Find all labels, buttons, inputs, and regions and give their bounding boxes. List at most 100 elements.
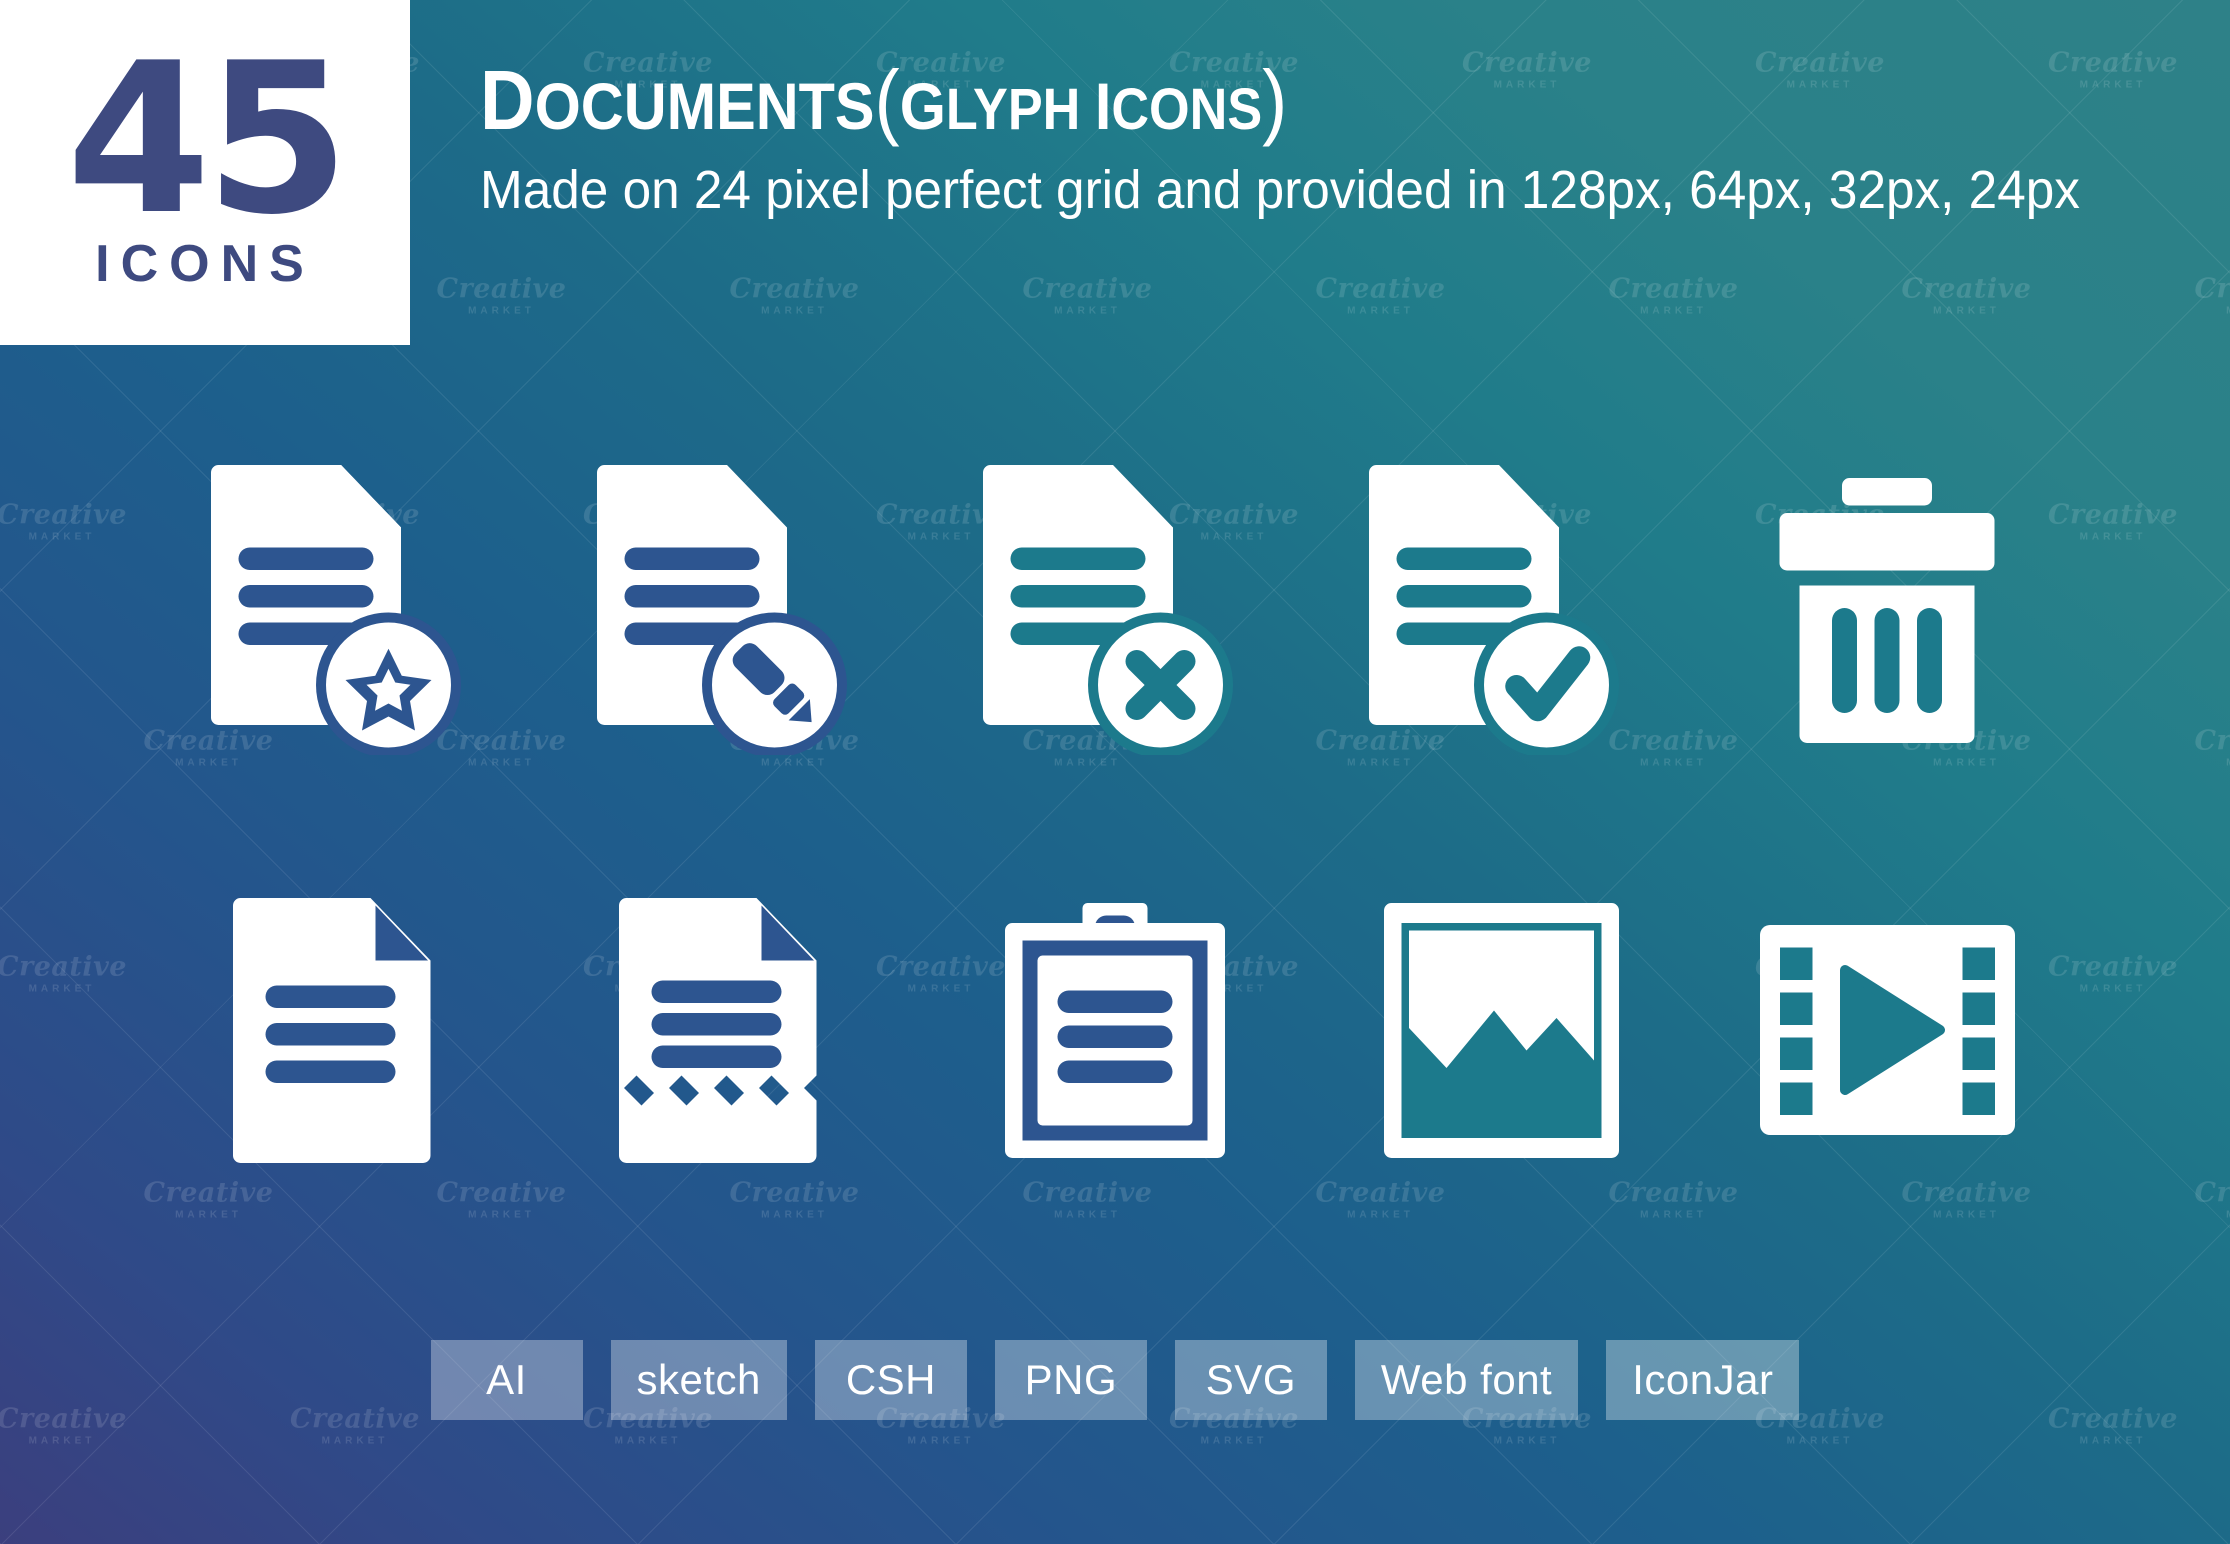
watermark-line2: MARKET [321, 1435, 389, 1447]
watermark-line1: Creative [729, 273, 860, 305]
title-paren-open: ( [874, 53, 900, 147]
watermark: CreativeMARKET [1902, 1180, 2032, 1221]
icon-cell [922, 460, 1308, 760]
watermark-line2: MARKET [1054, 1209, 1121, 1221]
icon-cell [536, 880, 922, 1180]
title-sub: LYPH [945, 77, 1095, 142]
watermark-line1: Creative [436, 273, 567, 305]
format-chip[interactable]: PNG [994, 1340, 1147, 1420]
watermark-line2: MARKET [761, 1209, 828, 1221]
watermark: CreativeMARKET [437, 1180, 567, 1221]
icon-cell [150, 880, 536, 1180]
document-edit-icon [596, 465, 847, 755]
watermark: CreativeMARKET [1023, 1180, 1153, 1221]
watermark: CreativeMARKET [144, 1180, 274, 1221]
watermark-line2: MARKET [2195, 306, 2230, 317]
watermark-line2: MARKET [1933, 1209, 2000, 1221]
watermark-line2: MARKET [614, 1435, 682, 1447]
image-file-icon [1383, 902, 1619, 1158]
icon-cell [1694, 460, 2080, 760]
page-subtitle: Made on 24 pixel perfect grid and provid… [480, 160, 2080, 220]
icon-grid [150, 460, 2080, 1180]
watermark-line2: MARKET [1933, 305, 2000, 317]
watermark-line1: Creative [2194, 273, 2230, 305]
format-chip[interactable]: sketch [610, 1340, 787, 1420]
watermark-line2: MARKET [1786, 1435, 1854, 1447]
poster-canvas: Creative MARKET Creative MARKET Creative MARK… [0, 0, 2230, 1544]
format-chip[interactable]: Web font [1354, 1340, 1579, 1420]
watermark-line1: Creative [0, 499, 127, 531]
watermark-line2: MARKET [1347, 1209, 1414, 1221]
document-approved-icon [1368, 465, 1619, 755]
watermark: CreativeMARKET [0, 502, 127, 543]
format-chip[interactable]: IconJar [1606, 1340, 1800, 1420]
watermark-line2: MARKET [1200, 1435, 1268, 1447]
watermark: CreativeMARKET [1316, 276, 1446, 317]
watermark-line2: MARKET [28, 983, 96, 995]
watermark-line1: Creative [1022, 273, 1153, 305]
watermark-line1: Creative [2194, 1177, 2230, 1209]
receipt-icon [619, 897, 817, 1163]
watermark-line1: Creative [1315, 1177, 1446, 1209]
icon-count-badge: 45 ICONS [0, 0, 410, 345]
title-sub-lead: G [899, 69, 946, 143]
icon-count-number: 45 [66, 19, 349, 262]
watermark-line2: MARKET [28, 1435, 96, 1447]
watermark: CreativeMARKET [730, 276, 860, 317]
title-rest: OCUMENTS [534, 69, 875, 143]
watermark-line1: Creative [436, 1177, 567, 1209]
watermark-line2: MARKET [761, 305, 828, 317]
format-chip[interactable]: SVG [1174, 1340, 1327, 1420]
format-chip[interactable]: CSH [814, 1340, 967, 1420]
watermark: CreativeMARKET [730, 1180, 860, 1221]
icon-count-word: ICONS [95, 234, 315, 293]
icon-cell [1308, 460, 1694, 760]
clipboard-icon [1005, 902, 1225, 1158]
title-sub2: CONS [1111, 77, 1263, 142]
format-chip[interactable]: AI [430, 1340, 583, 1420]
watermark-line1: Creative [1901, 1177, 2032, 1209]
watermark-line1: Creative [2194, 725, 2230, 757]
icon-cell [1308, 880, 1694, 1180]
document-star-icon [210, 465, 461, 755]
title-lead: D [480, 53, 535, 147]
header: DOCUMENTS(GLYPH ICONS) Made on 24 pixel … [480, 58, 2164, 219]
watermark: CreativeMARKET [2195, 728, 2230, 769]
watermark-line2: MARKET [2195, 1210, 2230, 1221]
watermark: CreativeMARKET [437, 276, 567, 317]
watermark: CreativeMARKET [2195, 1180, 2230, 1221]
watermark-line1: Creative [1901, 273, 2032, 305]
icon-row-2 [150, 880, 2080, 1180]
watermark-line2: MARKET [1640, 1209, 1707, 1221]
watermark-line1: Creative [1022, 1177, 1153, 1209]
watermark: CreativeMARKET [1609, 1180, 1739, 1221]
watermark: CreativeMARKET [1316, 1180, 1446, 1221]
watermark-line1: Creative [1315, 273, 1446, 305]
icon-row-1 [150, 460, 2080, 760]
icon-cell [1694, 880, 2080, 1180]
watermark-line2: MARKET [2079, 1435, 2147, 1447]
watermark: CreativeMARKET [1902, 276, 2032, 317]
watermark-line2: MARKET [907, 1435, 975, 1447]
icon-cell [536, 460, 922, 760]
page-title: DOCUMENTS(GLYPH ICONS) [480, 58, 1996, 142]
watermark: CreativeMARKET [0, 954, 127, 995]
title-paren-close: ) [1262, 53, 1288, 147]
watermark-line2: MARKET [468, 305, 535, 317]
title-sub-lead2: I [1094, 69, 1112, 143]
video-file-icon [1759, 925, 2015, 1135]
watermark-line1: Creative [143, 1177, 274, 1209]
watermark: CreativeMARKET [2195, 276, 2230, 317]
watermark-line2: MARKET [1347, 305, 1414, 317]
watermark-line2: MARKET [1054, 305, 1121, 317]
icon-cell [922, 880, 1308, 1180]
icon-cell [150, 460, 536, 760]
watermark-line2: MARKET [468, 1209, 535, 1221]
watermark: CreativeMARKET [1609, 276, 1739, 317]
watermark-line1: Creative [1608, 1177, 1739, 1209]
watermark-line2: MARKET [28, 531, 96, 543]
document-delete-icon [982, 465, 1233, 755]
watermark-line1: Creative [729, 1177, 860, 1209]
format-chip-list: AI sketch CSH PNG SVG Web font IconJar [0, 1340, 2230, 1420]
watermark-line2: MARKET [175, 1209, 242, 1221]
